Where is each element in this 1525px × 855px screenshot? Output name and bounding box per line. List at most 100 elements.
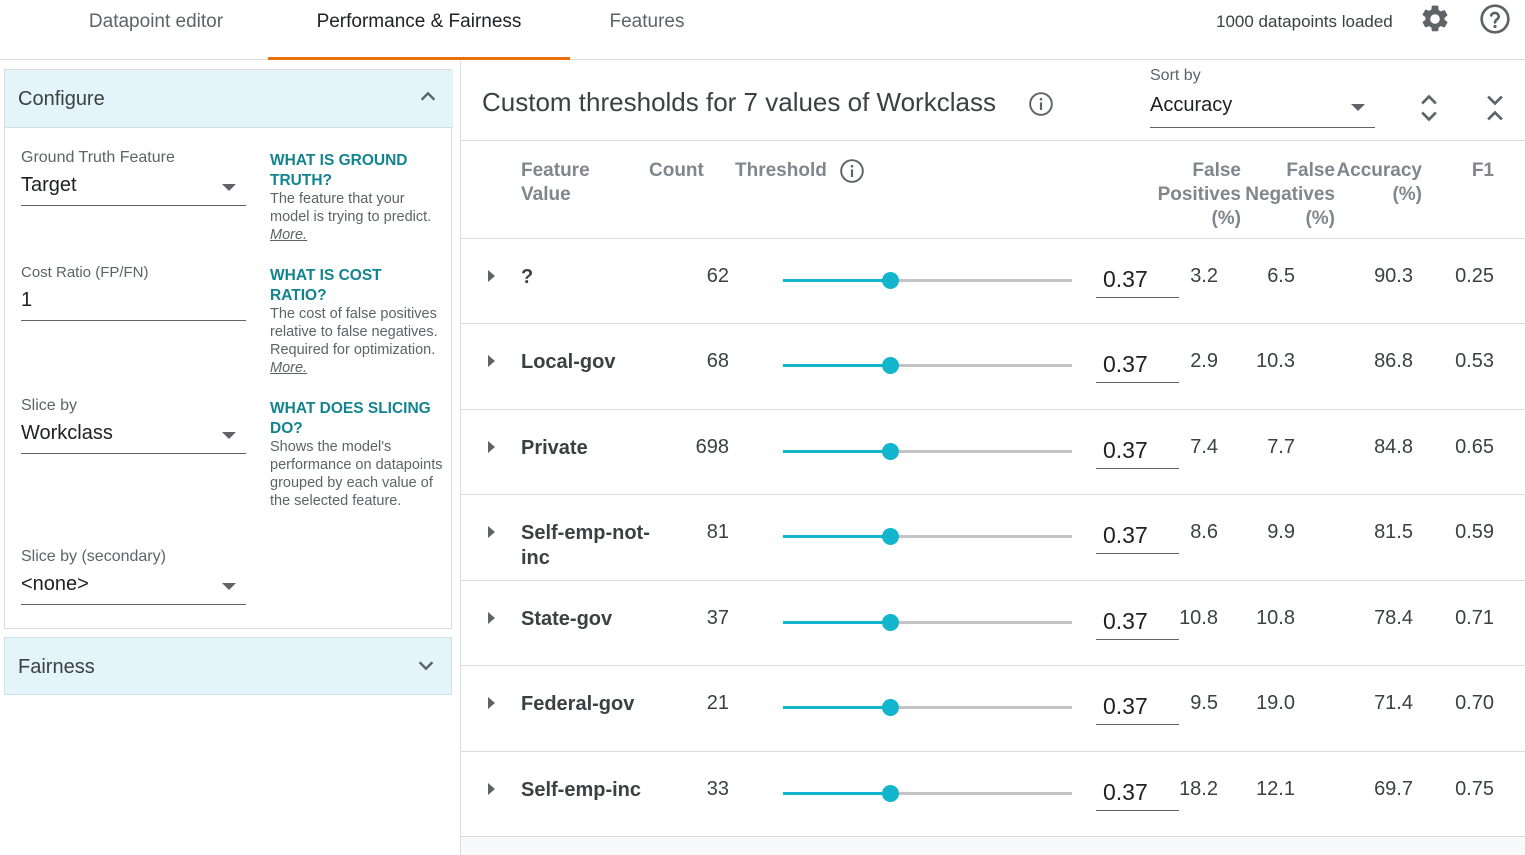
table-row[interactable]: Self-emp-not-inc 81 0.37 8.6 9.9 81.5 0.59 [461,494,1525,580]
expand-row-icon[interactable] [488,612,495,624]
threshold-slider[interactable] [783,357,1072,374]
dropdown-arrow-icon [222,184,236,191]
expand-row-icon[interactable] [488,441,495,453]
ground-truth-select[interactable]: Target [21,174,246,206]
cost-ratio-input[interactable]: 1 [21,289,246,321]
table-row[interactable]: Federal-gov 21 0.37 9.5 19.0 71.4 0.70 [461,665,1525,751]
expand-row-icon[interactable] [488,355,495,367]
threshold-slider[interactable] [783,614,1072,631]
col-false-positives: False Positives (%) [1157,160,1241,229]
threshold-slider-fill [783,535,890,538]
chevron-down-icon[interactable] [415,654,437,676]
datapoints-loaded-status: 1000 datapoints loaded [1216,12,1393,31]
slice-by-value: Workclass [21,422,113,444]
false-positives-value: 9.5 [1190,692,1218,714]
accuracy-value: 81.5 [1374,521,1413,543]
expand-row-icon[interactable] [488,270,495,282]
fairness-header[interactable]: Fairness [4,637,452,695]
slice-by-secondary-label: Slice by (secondary) [21,548,166,565]
ground-truth-help-text: The feature that your model is trying to… [270,190,445,244]
ground-truth-help-title: WHAT IS GROUND TRUTH? [270,152,408,189]
threshold-slider-knob[interactable] [881,443,899,460]
threshold-slider[interactable] [783,785,1072,802]
threshold-slider-knob[interactable] [881,614,899,631]
threshold-slider[interactable] [783,272,1072,289]
cost-ratio-help-body: The cost of false positives relative to … [270,306,438,358]
false-positives-value: 7.4 [1190,436,1218,458]
slice-by-select[interactable]: Workclass [21,422,246,454]
count-value: 698 [695,436,729,458]
threshold-slider[interactable] [783,528,1072,545]
feature-value: Private [521,437,588,459]
chevron-up-icon[interactable] [417,86,439,108]
slicing-help-text: Shows the model's performance on datapoi… [270,439,443,509]
info-icon[interactable] [1028,91,1054,117]
sort-by-value: Accuracy [1150,94,1233,116]
threshold-slider-fill [783,450,890,453]
threshold-slider-knob[interactable] [881,699,899,716]
thresholds-title: Custom thresholds for 7 values of Workcl… [482,87,996,117]
accuracy-value: 78.4 [1374,607,1413,629]
f1-value: 0.65 [1455,436,1494,458]
tab-performance-fairness[interactable]: Performance & Fairness [268,0,570,60]
table-row[interactable]: State-gov 37 0.37 10.8 10.8 78.4 0.71 [461,580,1525,666]
threshold-slider-knob[interactable] [881,785,899,802]
false-positives-value: 2.9 [1190,350,1218,372]
dropdown-arrow-icon [222,583,236,590]
slice-by-label: Slice by [21,397,78,414]
threshold-slider-knob[interactable] [881,528,899,545]
false-negatives-value: 10.3 [1256,350,1295,372]
feature-value: Self-emp-inc [521,779,642,801]
col-feature-value: Feature Value [521,160,590,205]
count-value: 81 [706,521,729,543]
f1-value: 0.53 [1455,350,1494,372]
threshold-slider-knob[interactable] [881,357,899,374]
threshold-slider-fill [783,792,890,795]
false-negatives-value: 6.5 [1267,265,1295,287]
sort-by-label: Sort by [1150,67,1201,84]
f1-value: 0.59 [1455,521,1494,543]
tab-features[interactable]: Features [590,0,704,60]
threshold-slider-fill [783,364,890,367]
slice-by-secondary-select[interactable]: <none> [21,573,246,605]
threshold-slider-fill [783,279,890,282]
threshold-slider-knob[interactable] [881,272,899,289]
table-row[interactable]: Local-gov 68 0.37 2.9 10.3 86.8 0.53 [461,323,1525,409]
count-value: 62 [706,265,729,287]
table-row[interactable]: ? 62 0.37 3.2 6.5 90.3 0.25 [461,238,1525,324]
expand-row-icon[interactable] [488,526,495,538]
table-row[interactable]: Self-emp-inc 33 0.37 18.2 12.1 69.7 0.75 [461,751,1525,837]
threshold-slider[interactable] [783,699,1072,716]
count-value: 33 [706,778,729,800]
f1-value: 0.71 [1455,607,1494,629]
expand-row-icon[interactable] [488,697,495,709]
ground-truth-help-body: The feature that your model is trying to… [270,191,432,225]
count-value: 37 [706,607,729,629]
ground-truth-more-link[interactable]: More. [270,227,307,243]
collapse-all-icon[interactable] [1481,92,1509,124]
accuracy-value: 90.3 [1374,265,1413,287]
sort-by-select[interactable]: Accuracy [1150,94,1375,128]
expand-all-icon[interactable] [1415,92,1443,124]
threshold-slider[interactable] [783,443,1072,460]
false-positives-value: 10.8 [1179,607,1218,629]
slicing-help-title: WHAT DOES SLICING DO? [270,400,431,437]
help-circle-icon[interactable] [1479,3,1511,35]
false-positives-value: 8.6 [1190,521,1218,543]
configure-header[interactable]: Configure [5,70,453,128]
table-row[interactable]: Private 698 0.37 7.4 7.7 84.8 0.65 [461,409,1525,495]
false-negatives-value: 12.1 [1256,778,1295,800]
tab-datapoint-editor[interactable]: Datapoint editor [60,0,252,60]
expand-row-icon[interactable] [488,783,495,795]
feature-value: ? [521,266,534,288]
cost-ratio-more-link[interactable]: More. [270,360,307,376]
accuracy-value: 86.8 [1374,350,1413,372]
col-threshold: Threshold [735,160,827,181]
threshold-info-icon[interactable] [839,158,865,184]
tab-performance-fairness-label: Performance & Fairness [316,11,522,32]
slice-by-secondary-value: <none> [21,573,89,595]
threshold-slider-fill [783,706,890,709]
false-positives-value: 18.2 [1179,778,1218,800]
gear-icon[interactable] [1419,3,1451,35]
count-value: 21 [706,692,729,714]
